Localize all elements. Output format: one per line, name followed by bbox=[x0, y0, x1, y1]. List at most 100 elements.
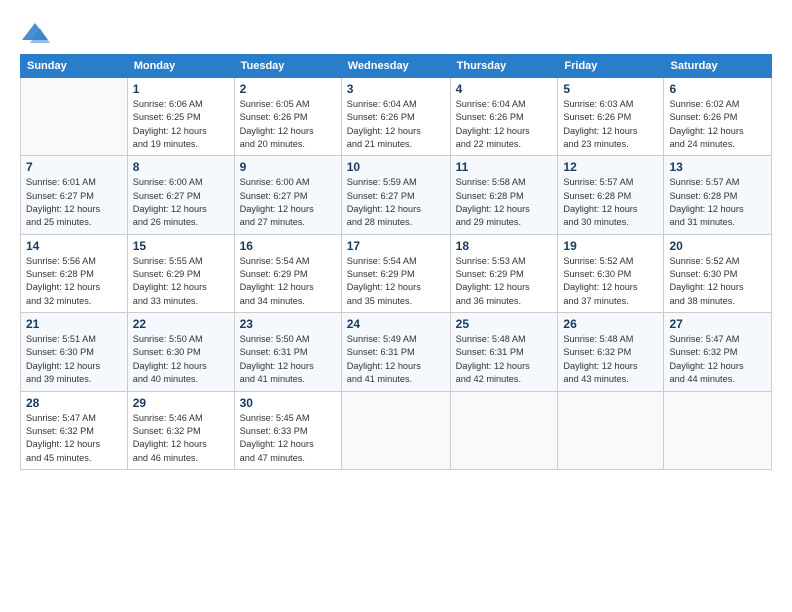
day-info: Sunrise: 6:01 AM Sunset: 6:27 PM Dayligh… bbox=[26, 176, 122, 229]
calendar-cell: 12 Sunrise: 5:57 AM Sunset: 6:28 PM Dayli… bbox=[558, 156, 664, 234]
day-info: Sunrise: 6:00 AM Sunset: 6:27 PM Dayligh… bbox=[240, 176, 336, 229]
calendar-cell: 17Sunrise: 5:54 AM Sunset: 6:29 PM Dayli… bbox=[341, 234, 450, 312]
day-number: 27 bbox=[669, 317, 766, 331]
calendar-cell: 14 Sunrise: 5:56 AM Sunset: 6:28 PM Dayli… bbox=[21, 234, 128, 312]
calendar-cell: 25 Sunrise: 5:48 AM Sunset: 6:31 PM Dayli… bbox=[450, 313, 558, 391]
day-number: 26 bbox=[563, 317, 658, 331]
calendar-table: SundayMondayTuesdayWednesdayThursdayFrid… bbox=[20, 54, 772, 470]
calendar-cell: 29 Sunrise: 5:46 AM Sunset: 6:32 PM Dayli… bbox=[127, 391, 234, 469]
day-info: Sunrise: 6:02 AM Sunset: 6:26 PM Dayligh… bbox=[669, 98, 766, 151]
day-number: 10 bbox=[347, 160, 445, 174]
day-info: Sunrise: 5:59 AM Sunset: 6:27 PM Dayligh… bbox=[347, 176, 445, 229]
day-info: Sunrise: 6:04 AM Sunset: 6:26 PM Dayligh… bbox=[347, 98, 445, 151]
calendar-cell: 8 Sunrise: 6:00 AM Sunset: 6:27 PM Daylig… bbox=[127, 156, 234, 234]
day-info: Sunrise: 5:54 AM Sunset: 6:29 PM Dayligh… bbox=[240, 255, 336, 308]
day-info: Sunrise: 5:48 AM Sunset: 6:31 PM Dayligh… bbox=[456, 333, 553, 386]
day-info: Sunrise: 5:52 AM Sunset: 6:30 PM Dayligh… bbox=[563, 255, 658, 308]
day-info: Sunrise: 5:56 AM Sunset: 6:28 PM Dayligh… bbox=[26, 255, 122, 308]
day-number: 19 bbox=[563, 239, 658, 253]
weekday-header-saturday: Saturday bbox=[664, 55, 772, 78]
day-info: Sunrise: 5:57 AM Sunset: 6:28 PM Dayligh… bbox=[563, 176, 658, 229]
week-row-3: 14 Sunrise: 5:56 AM Sunset: 6:28 PM Dayli… bbox=[21, 234, 772, 312]
calendar-cell: 13 Sunrise: 5:57 AM Sunset: 6:28 PM Dayli… bbox=[664, 156, 772, 234]
week-row-5: 28Sunrise: 5:47 AM Sunset: 6:32 PM Dayli… bbox=[21, 391, 772, 469]
day-info: Sunrise: 5:55 AM Sunset: 6:29 PM Dayligh… bbox=[133, 255, 229, 308]
calendar-cell: 22Sunrise: 5:50 AM Sunset: 6:30 PM Dayli… bbox=[127, 313, 234, 391]
calendar-cell: 16 Sunrise: 5:54 AM Sunset: 6:29 PM Dayli… bbox=[234, 234, 341, 312]
day-number: 9 bbox=[240, 160, 336, 174]
weekday-header-wednesday: Wednesday bbox=[341, 55, 450, 78]
calendar-cell: 21 Sunrise: 5:51 AM Sunset: 6:30 PM Dayli… bbox=[21, 313, 128, 391]
day-number: 12 bbox=[563, 160, 658, 174]
logo bbox=[20, 18, 54, 48]
week-row-2: 7Sunrise: 6:01 AM Sunset: 6:27 PM Daylig… bbox=[21, 156, 772, 234]
calendar-cell: 7Sunrise: 6:01 AM Sunset: 6:27 PM Daylig… bbox=[21, 156, 128, 234]
day-number: 5 bbox=[563, 82, 658, 96]
day-number: 11 bbox=[456, 160, 553, 174]
weekday-header-friday: Friday bbox=[558, 55, 664, 78]
day-info: Sunrise: 5:51 AM Sunset: 6:30 PM Dayligh… bbox=[26, 333, 122, 386]
week-row-1: 1 Sunrise: 6:06 AM Sunset: 6:25 PM Daylig… bbox=[21, 78, 772, 156]
calendar-cell: 1 Sunrise: 6:06 AM Sunset: 6:25 PM Daylig… bbox=[127, 78, 234, 156]
calendar-cell: 10 Sunrise: 5:59 AM Sunset: 6:27 PM Dayli… bbox=[341, 156, 450, 234]
calendar-cell: 27Sunrise: 5:47 AM Sunset: 6:32 PM Dayli… bbox=[664, 313, 772, 391]
day-info: Sunrise: 5:53 AM Sunset: 6:29 PM Dayligh… bbox=[456, 255, 553, 308]
day-number: 20 bbox=[669, 239, 766, 253]
calendar-cell: 24 Sunrise: 5:49 AM Sunset: 6:31 PM Dayli… bbox=[341, 313, 450, 391]
day-number: 13 bbox=[669, 160, 766, 174]
day-info: Sunrise: 6:05 AM Sunset: 6:26 PM Dayligh… bbox=[240, 98, 336, 151]
weekday-header-thursday: Thursday bbox=[450, 55, 558, 78]
calendar-cell: 18 Sunrise: 5:53 AM Sunset: 6:29 PM Dayli… bbox=[450, 234, 558, 312]
day-number: 15 bbox=[133, 239, 229, 253]
weekday-header-sunday: Sunday bbox=[21, 55, 128, 78]
day-number: 25 bbox=[456, 317, 553, 331]
calendar-cell: 3 Sunrise: 6:04 AM Sunset: 6:26 PM Daylig… bbox=[341, 78, 450, 156]
calendar-cell: 6Sunrise: 6:02 AM Sunset: 6:26 PM Daylig… bbox=[664, 78, 772, 156]
day-number: 29 bbox=[133, 396, 229, 410]
calendar-cell bbox=[450, 391, 558, 469]
calendar-cell bbox=[341, 391, 450, 469]
calendar-cell: 2 Sunrise: 6:05 AM Sunset: 6:26 PM Daylig… bbox=[234, 78, 341, 156]
calendar-cell bbox=[664, 391, 772, 469]
calendar-cell: 30 Sunrise: 5:45 AM Sunset: 6:33 PM Dayli… bbox=[234, 391, 341, 469]
weekday-header-row: SundayMondayTuesdayWednesdayThursdayFrid… bbox=[21, 55, 772, 78]
day-number: 18 bbox=[456, 239, 553, 253]
day-info: Sunrise: 6:04 AM Sunset: 6:26 PM Dayligh… bbox=[456, 98, 553, 151]
logo-icon bbox=[20, 18, 50, 48]
calendar-cell: 9 Sunrise: 6:00 AM Sunset: 6:27 PM Daylig… bbox=[234, 156, 341, 234]
day-info: Sunrise: 5:48 AM Sunset: 6:32 PM Dayligh… bbox=[563, 333, 658, 386]
day-number: 1 bbox=[133, 82, 229, 96]
day-number: 23 bbox=[240, 317, 336, 331]
day-info: Sunrise: 5:49 AM Sunset: 6:31 PM Dayligh… bbox=[347, 333, 445, 386]
day-info: Sunrise: 5:54 AM Sunset: 6:29 PM Dayligh… bbox=[347, 255, 445, 308]
day-number: 2 bbox=[240, 82, 336, 96]
calendar-cell: 5 Sunrise: 6:03 AM Sunset: 6:26 PM Daylig… bbox=[558, 78, 664, 156]
calendar-cell: 4 Sunrise: 6:04 AM Sunset: 6:26 PM Daylig… bbox=[450, 78, 558, 156]
day-info: Sunrise: 5:57 AM Sunset: 6:28 PM Dayligh… bbox=[669, 176, 766, 229]
calendar-cell bbox=[558, 391, 664, 469]
day-number: 16 bbox=[240, 239, 336, 253]
day-info: Sunrise: 5:46 AM Sunset: 6:32 PM Dayligh… bbox=[133, 412, 229, 465]
weekday-header-monday: Monday bbox=[127, 55, 234, 78]
calendar-cell: 23 Sunrise: 5:50 AM Sunset: 6:31 PM Dayli… bbox=[234, 313, 341, 391]
day-number: 28 bbox=[26, 396, 122, 410]
calendar-cell: 19 Sunrise: 5:52 AM Sunset: 6:30 PM Dayli… bbox=[558, 234, 664, 312]
header-row bbox=[20, 18, 772, 48]
day-number: 8 bbox=[133, 160, 229, 174]
calendar-cell bbox=[21, 78, 128, 156]
calendar-cell: 15 Sunrise: 5:55 AM Sunset: 6:29 PM Dayli… bbox=[127, 234, 234, 312]
day-info: Sunrise: 6:00 AM Sunset: 6:27 PM Dayligh… bbox=[133, 176, 229, 229]
day-info: Sunrise: 5:45 AM Sunset: 6:33 PM Dayligh… bbox=[240, 412, 336, 465]
day-number: 4 bbox=[456, 82, 553, 96]
calendar-cell: 11Sunrise: 5:58 AM Sunset: 6:28 PM Dayli… bbox=[450, 156, 558, 234]
day-info: Sunrise: 6:03 AM Sunset: 6:26 PM Dayligh… bbox=[563, 98, 658, 151]
day-number: 21 bbox=[26, 317, 122, 331]
day-number: 14 bbox=[26, 239, 122, 253]
calendar-cell: 28Sunrise: 5:47 AM Sunset: 6:32 PM Dayli… bbox=[21, 391, 128, 469]
day-number: 24 bbox=[347, 317, 445, 331]
day-info: Sunrise: 5:52 AM Sunset: 6:30 PM Dayligh… bbox=[669, 255, 766, 308]
day-number: 30 bbox=[240, 396, 336, 410]
day-info: Sunrise: 6:06 AM Sunset: 6:25 PM Dayligh… bbox=[133, 98, 229, 151]
day-number: 3 bbox=[347, 82, 445, 96]
day-info: Sunrise: 5:50 AM Sunset: 6:31 PM Dayligh… bbox=[240, 333, 336, 386]
